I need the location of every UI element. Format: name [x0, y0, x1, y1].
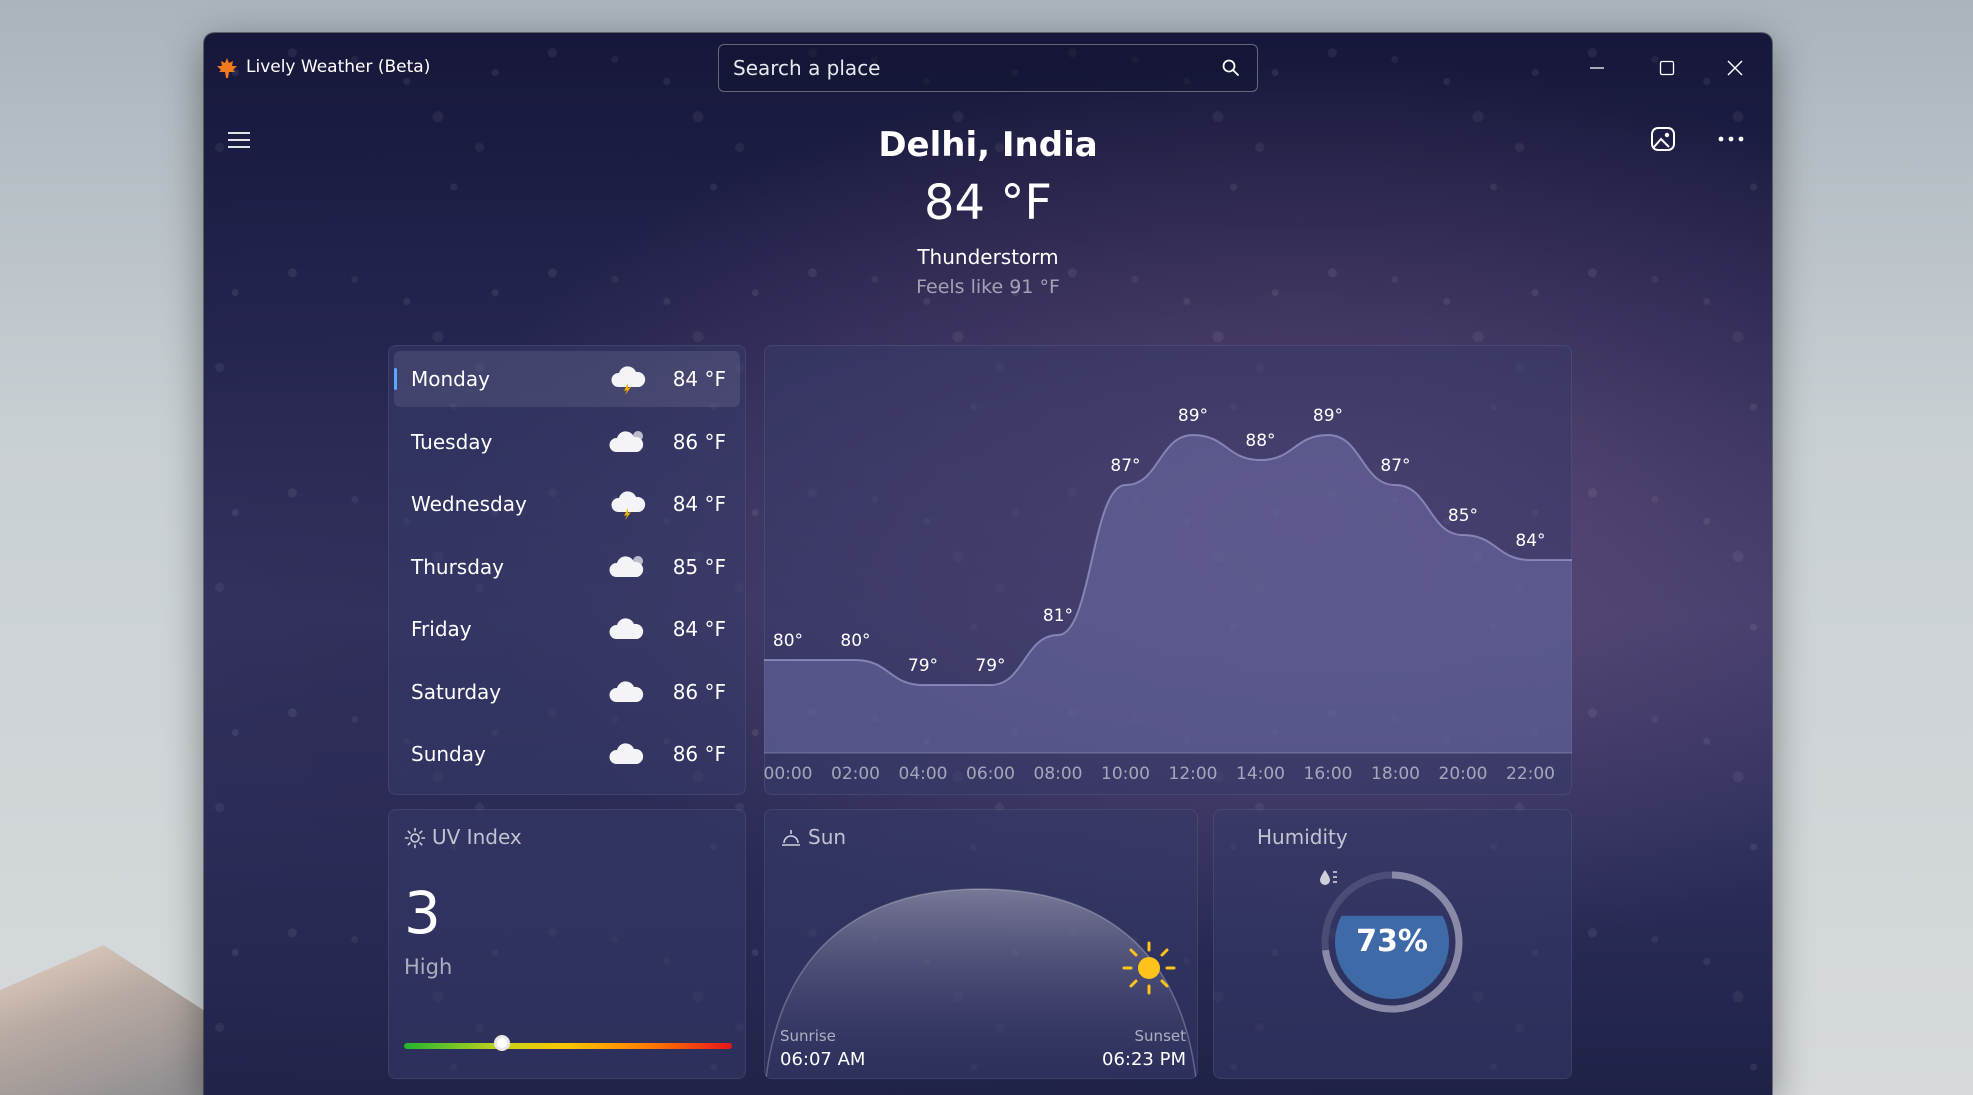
temperature-label: 88°	[1245, 431, 1275, 451]
forecast-day-name: Wednesday	[411, 492, 527, 516]
forecast-day-name: Saturday	[411, 679, 502, 704]
temperature-label: 85°	[1448, 506, 1478, 526]
uv-index-card: UV Index 3 High	[388, 809, 746, 1079]
forecast-day-monday[interactable]: Monday 84 °F	[394, 351, 740, 407]
forecast-day-temp: 86 °F	[672, 742, 726, 766]
temperature-label: 80°	[840, 631, 870, 651]
forecast-day-name: Friday	[411, 617, 472, 641]
hourly-temperature-chart: 80° 00:00 80° 02:00 79° 04:00 79° 06:00 81° 08:00…	[764, 345, 1572, 795]
app-title: Lively Weather (Beta)	[246, 57, 431, 77]
sun-icon	[404, 827, 426, 849]
forecast-day-temp: 86 °F	[672, 429, 726, 454]
forecast-day-temp: 84 °F	[672, 367, 726, 391]
hour-tick-label: 08:00	[1034, 764, 1083, 784]
forecast-day-sunday[interactable]: Sunday 86 °F	[394, 726, 740, 782]
forecast-day-temp: 85 °F	[672, 554, 726, 579]
forecast-day-name: Thursday	[411, 554, 504, 579]
forecast-day-saturday[interactable]: Saturday 86 °F	[394, 664, 740, 720]
current-temperature: 84 °F	[924, 175, 1052, 231]
sunrise-time: 06:07 AM	[780, 1049, 866, 1070]
title-bar: Lively Weather (Beta)	[204, 33, 1772, 93]
maple-leaf-icon	[217, 58, 237, 78]
close-button[interactable]	[1720, 53, 1750, 83]
sunset-label: Sunset	[1134, 1027, 1186, 1045]
forecast-day-thursday[interactable]: Thursday 85 °F	[394, 539, 740, 595]
hour-tick-label: 06:00	[966, 764, 1015, 784]
minimize-button[interactable]	[1582, 53, 1612, 83]
search-box[interactable]	[718, 44, 1258, 92]
hour-tick-label: 22:00	[1506, 764, 1555, 784]
location-title: Delhi, India	[878, 125, 1098, 165]
temperature-area	[764, 435, 1572, 753]
temperature-label: 79°	[975, 656, 1005, 676]
hour-tick-label: 16:00	[1304, 764, 1353, 784]
temperature-label: 87°	[1380, 456, 1410, 476]
hour-tick-label: 04:00	[899, 764, 948, 784]
temperature-label: 79°	[908, 656, 938, 676]
maximize-button[interactable]	[1652, 53, 1682, 83]
hour-tick-label: 00:00	[764, 764, 813, 784]
current-condition: Thunderstorm	[917, 245, 1059, 269]
hour-tick-label: 20:00	[1439, 764, 1488, 784]
forecast-day-name: Monday	[411, 367, 490, 391]
temperature-label: 81°	[1043, 606, 1073, 626]
search-input[interactable]	[733, 45, 1203, 91]
forecast-day-temp: 84 °F	[672, 492, 726, 516]
hour-tick-label: 12:00	[1169, 764, 1218, 784]
forecast-day-name: Sunday	[411, 742, 486, 766]
sunrise-label: Sunrise	[780, 1027, 836, 1045]
uv-title: UV Index	[432, 825, 522, 849]
uv-value: 3	[404, 879, 441, 947]
forecast-day-friday[interactable]: Friday 84 °F	[394, 601, 740, 657]
forecast-day-name: Tuesday	[411, 429, 493, 454]
sunset-time: 06:23 PM	[1102, 1049, 1186, 1070]
humidity-title: Humidity	[1257, 825, 1348, 849]
temperature-label: 89°	[1313, 406, 1343, 426]
chart-canvas: 80° 00:00 80° 02:00 79° 04:00 79° 06:00 81° 08:00…	[764, 406, 1572, 784]
hour-tick-label: 02:00	[831, 764, 880, 784]
humidity-card: Humidity 73%	[1213, 809, 1572, 1079]
app-window: Lively Weather (Beta) Search a place Del…	[204, 33, 1772, 1095]
sun-card: Sun Sunrise 06:07 AM Sunset 06:23 PM	[764, 809, 1198, 1079]
selection-indicator	[394, 368, 397, 390]
wallpaper-mountain	[0, 945, 230, 1095]
hour-tick-label: 18:00	[1371, 764, 1420, 784]
humidity-value: 73%	[1356, 924, 1428, 959]
uv-scale-bar	[404, 1043, 732, 1049]
temperature-label: 84°	[1515, 531, 1545, 551]
search-icon[interactable]	[1221, 58, 1241, 78]
temperature-label: 87°	[1110, 456, 1140, 476]
temperature-label: 89°	[1178, 406, 1208, 426]
forecast-day-temp: 84 °F	[672, 617, 726, 641]
daily-forecast-list: Monday 84 °F Tuesday 86 °F Wednesday 84 °F Thu…	[388, 345, 746, 795]
sun-position-icon	[1122, 941, 1176, 995]
uv-level: High	[404, 955, 453, 979]
temperature-label: 80°	[773, 631, 803, 651]
forecast-day-temp: 86 °F	[672, 679, 726, 704]
hour-tick-label: 14:00	[1236, 764, 1285, 784]
feels-like: Feels like 91 °F	[916, 276, 1060, 298]
forecast-day-wednesday[interactable]: Wednesday 84 °F	[394, 476, 740, 532]
hour-tick-label: 10:00	[1101, 764, 1150, 784]
forecast-day-tuesday[interactable]: Tuesday 86 °F	[394, 414, 740, 470]
